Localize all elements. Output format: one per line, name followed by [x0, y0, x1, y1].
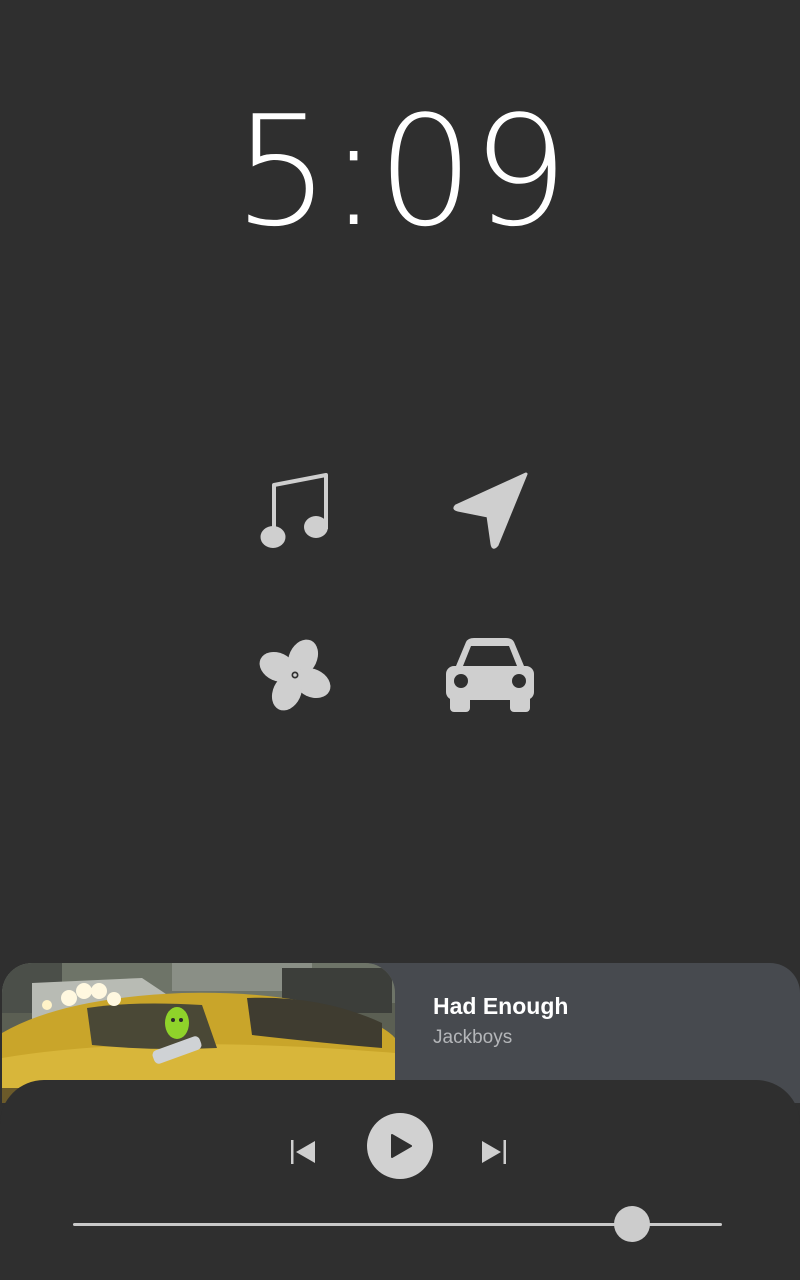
- next-track-button[interactable]: [474, 1132, 514, 1172]
- navigation-app-button[interactable]: [435, 460, 545, 560]
- track-title: Had Enough: [433, 993, 569, 1019]
- seek-thumb[interactable]: [614, 1206, 651, 1242]
- skip-next-icon: [482, 1140, 506, 1164]
- fan-icon: [259, 639, 331, 711]
- play-icon: [391, 1134, 412, 1158]
- skip-previous-icon: [291, 1140, 315, 1164]
- lock-screen: 5:09 Had Enough Jackboys: [0, 0, 800, 1280]
- music-note-icon: [260, 473, 328, 548]
- music-app-button[interactable]: [240, 460, 350, 560]
- play-button[interactable]: [367, 1113, 433, 1179]
- navigation-arrow-icon: [453, 472, 528, 549]
- seek-bar[interactable]: [73, 1206, 722, 1242]
- previous-track-button[interactable]: [283, 1132, 323, 1172]
- track-artist: Jackboys: [433, 1027, 513, 1048]
- playback-controls-panel: [0, 1080, 800, 1280]
- climate-app-button[interactable]: [240, 625, 350, 725]
- clock-time: 5:09: [233, 83, 568, 260]
- vehicle-app-button[interactable]: [435, 625, 545, 725]
- app-shortcuts-grid: [240, 460, 560, 730]
- car-icon: [446, 638, 534, 712]
